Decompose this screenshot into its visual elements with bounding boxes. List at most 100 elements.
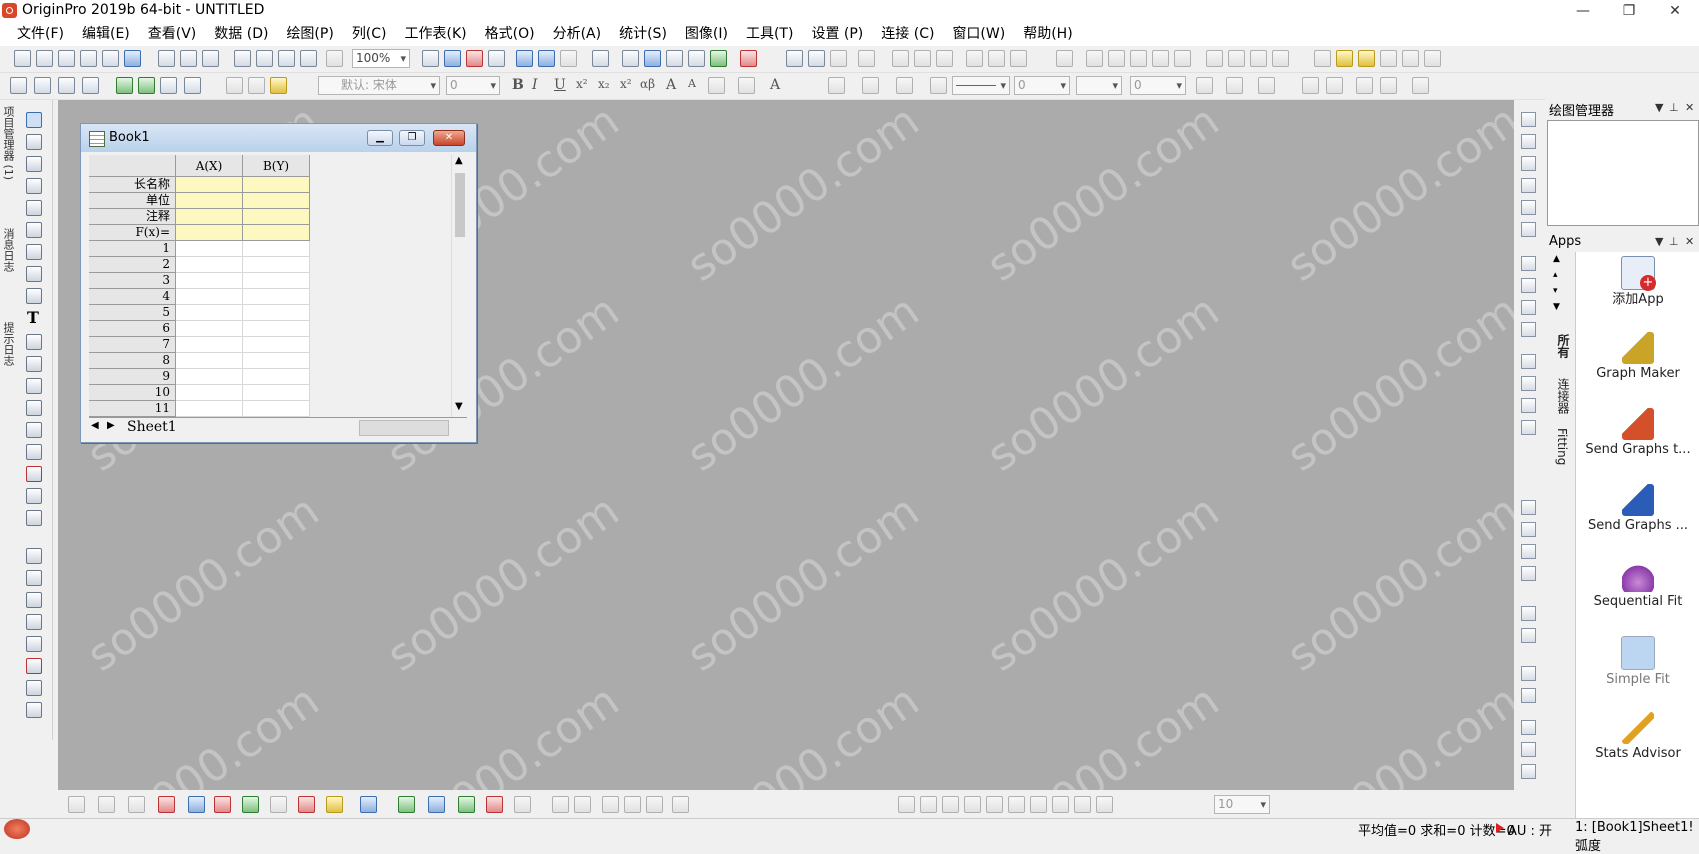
color-scale-icon[interactable] — [26, 636, 42, 652]
apps-scroll-up-icon[interactable]: ▴ — [1553, 270, 1558, 280]
merge-icon[interactable] — [1302, 77, 1319, 94]
menu-tools[interactable]: 工具(T) — [737, 22, 802, 46]
export-icon[interactable] — [184, 77, 201, 94]
new-excel-icon[interactable] — [180, 50, 197, 67]
import-multiple-icon[interactable] — [82, 77, 99, 94]
new-layout-icon[interactable] — [124, 50, 141, 67]
apps-tab-fitting[interactable]: Fitting — [1555, 428, 1569, 465]
text-tool-icon[interactable]: T — [27, 308, 39, 327]
layer-icon[interactable] — [26, 548, 42, 564]
scatter-plot-icon[interactable] — [98, 796, 115, 813]
data-cell[interactable] — [176, 401, 243, 417]
find-icon[interactable] — [622, 50, 639, 67]
cell-b-comments[interactable] — [243, 209, 310, 225]
apps-icon[interactable] — [710, 50, 727, 67]
regional-select-icon[interactable] — [26, 288, 42, 304]
project-explorer-icon[interactable] — [592, 50, 609, 67]
workbook-restore-button[interactable]: ❐ — [399, 130, 425, 146]
tilt-icon[interactable] — [602, 796, 619, 813]
value-combo[interactable]: 0 — [1130, 76, 1186, 95]
layout-icon[interactable] — [1521, 278, 1536, 293]
plot-manager-body[interactable] — [1547, 120, 1699, 226]
data-reader-tool-icon[interactable] — [26, 200, 42, 216]
open-icon[interactable] — [234, 50, 251, 67]
new-notes-icon[interactable] — [158, 50, 175, 67]
new-project-icon[interactable] — [14, 50, 31, 67]
group-icon[interactable] — [1521, 606, 1536, 621]
decrease-font-icon[interactable]: A — [688, 77, 696, 90]
last-icon[interactable] — [1272, 50, 1289, 67]
arrange-icon[interactable] — [1521, 300, 1536, 315]
align-top-icon[interactable] — [1521, 398, 1536, 413]
template-library-icon[interactable] — [360, 796, 377, 813]
data-cell[interactable] — [243, 257, 310, 273]
duplicate-icon[interactable] — [1096, 796, 1113, 813]
print-icon[interactable] — [422, 50, 439, 67]
remove-filter-icon[interactable] — [988, 50, 1005, 67]
apps-tab-all[interactable]: 所有 — [1555, 334, 1572, 358]
bar-chart-icon[interactable] — [892, 50, 909, 67]
distribute-v-icon[interactable] — [1521, 522, 1536, 537]
lock-icon[interactable] — [1412, 77, 1429, 94]
legend-icon[interactable] — [26, 592, 42, 608]
apps-scroll-top-icon[interactable]: ▲ — [1553, 254, 1560, 264]
mask-range-icon[interactable] — [1358, 50, 1375, 67]
tab-smart-hint-log[interactable]: 提示日志 — [1, 322, 15, 366]
apps-scroll-down-icon[interactable]: ▾ — [1553, 286, 1558, 296]
data-cell[interactable] — [243, 273, 310, 289]
box-chart-icon[interactable] — [936, 50, 953, 67]
row-header[interactable]: 7 — [89, 337, 176, 353]
hi-lo-plot-icon[interactable] — [214, 796, 231, 813]
app-item[interactable]: Sequential Fit — [1576, 560, 1699, 610]
data-cell[interactable] — [176, 289, 243, 305]
merge-graph-icon[interactable] — [1521, 322, 1536, 337]
apps-list[interactable]: + 添加App Graph Maker Send Graphs t... Sen… — [1575, 252, 1699, 818]
menu-edit[interactable]: 编辑(E) — [73, 22, 139, 46]
area-plot-icon[interactable] — [188, 796, 205, 813]
box-plot-icon[interactable] — [298, 796, 315, 813]
results-log-icon[interactable] — [538, 50, 555, 67]
paste-icon[interactable] — [270, 77, 287, 94]
rotate-object-icon[interactable] — [942, 796, 959, 813]
insert-object-icon[interactable] — [26, 510, 42, 526]
bold-icon[interactable]: B — [512, 77, 524, 93]
next-icon[interactable] — [1250, 50, 1267, 67]
new-graph-icon[interactable] — [58, 50, 75, 67]
rescale-icon[interactable] — [1521, 156, 1536, 171]
app-item[interactable]: + 添加App — [1576, 256, 1699, 308]
data-cell[interactable] — [243, 241, 310, 257]
draw-data-icon[interactable] — [26, 266, 42, 282]
sheet-prev-icon[interactable]: ◀ — [91, 420, 99, 431]
data-cell[interactable] — [243, 289, 310, 305]
front-icon[interactable] — [1521, 666, 1536, 681]
app-item[interactable]: Send Graphs ... — [1576, 484, 1699, 534]
data-cell[interactable] — [243, 369, 310, 385]
data-reader-icon[interactable] — [1056, 50, 1073, 67]
filter-icon[interactable] — [966, 50, 983, 67]
tab-project-explorer[interactable]: 项目管理器 (1) — [1, 106, 15, 180]
font-combo[interactable]: 默认: 宋体 — [318, 76, 440, 95]
mask-point-icon[interactable] — [1336, 50, 1353, 67]
add-layer-icon[interactable] — [1521, 256, 1536, 271]
set-error-icon[interactable] — [1152, 50, 1169, 67]
rotate-left-icon[interactable] — [552, 796, 569, 813]
menu-file[interactable]: 文件(F) — [8, 22, 73, 46]
new-image-icon[interactable] — [202, 50, 219, 67]
app-item[interactable]: Graph Maker — [1576, 332, 1699, 382]
align-object-icon[interactable] — [898, 796, 915, 813]
row-header[interactable]: 6 — [89, 321, 176, 337]
script-window-icon[interactable] — [516, 50, 533, 67]
menu-connectivity[interactable]: 连接 (C) — [872, 22, 943, 46]
resize-icon[interactable] — [1356, 77, 1373, 94]
scale-bar-icon[interactable] — [26, 614, 42, 630]
collapse-icon[interactable] — [1074, 796, 1091, 813]
minimize-button[interactable]: — — [1560, 0, 1606, 22]
stack-icon[interactable] — [1030, 796, 1047, 813]
font-size-combo[interactable]: 0 — [446, 76, 500, 95]
fill-pattern-combo[interactable] — [1076, 76, 1122, 95]
line-style-combo[interactable] — [952, 76, 1010, 95]
data-cell[interactable] — [176, 273, 243, 289]
data-cell[interactable] — [243, 385, 310, 401]
row-header[interactable]: 9 — [89, 369, 176, 385]
table-icon[interactable] — [666, 50, 683, 67]
